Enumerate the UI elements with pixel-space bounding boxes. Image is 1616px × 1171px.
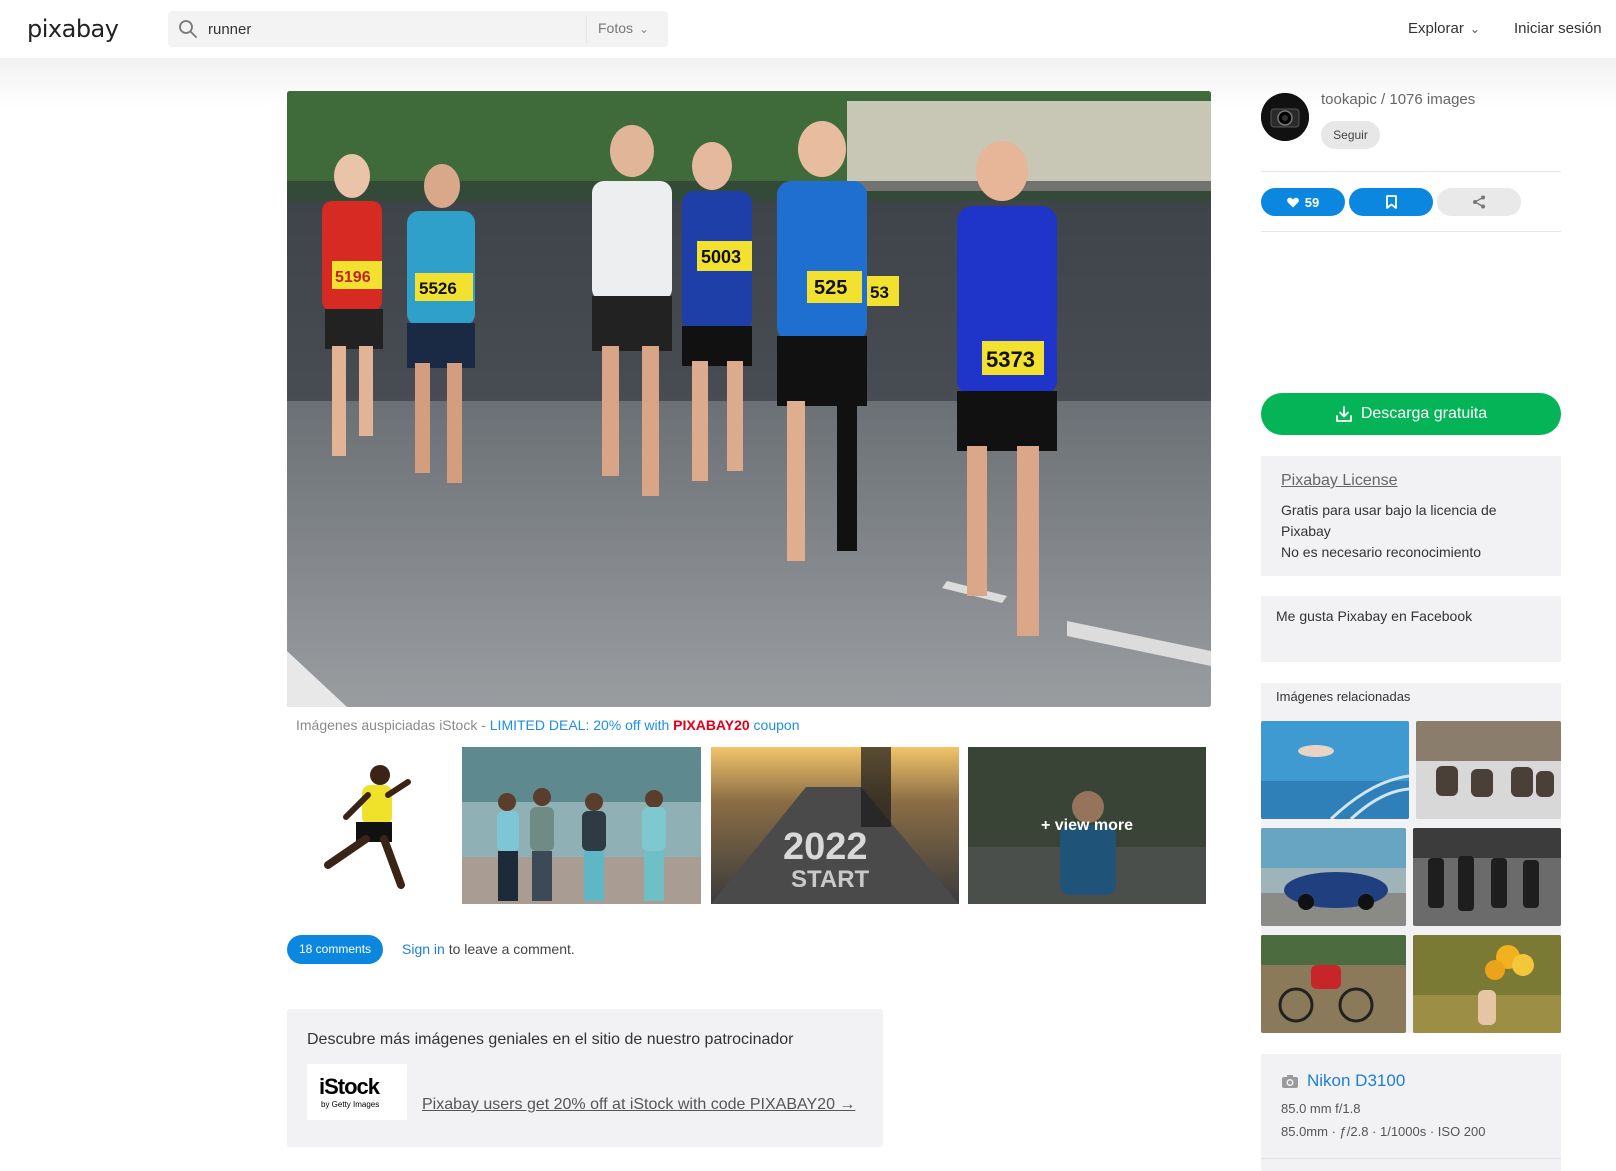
search-bar: Fotos ⌄ [168,11,668,47]
thumb-year-text: 2022 [783,826,868,868]
istock-brand-sub: by Getty Images [321,1100,380,1109]
facebook-like-label[interactable]: Me gusta Pixabay en Facebook [1276,608,1472,624]
sponsored-thumb-start[interactable]: 2022 START [711,747,959,904]
coupon-code: PIXABAY20 [673,717,750,733]
deal-text: LIMITED DEAL: 20% off with [489,717,674,733]
sidebar-divider [1261,231,1561,232]
download-icon [1335,406,1352,422]
view-more-overlay[interactable]: + view more [968,747,1206,904]
chevron-down-icon: ⌄ [1469,22,1480,36]
like-button[interactable]: 59 [1261,188,1345,216]
related-image-cyclist[interactable] [1261,935,1406,1033]
author-name[interactable]: tookapic / 1076 images [1321,91,1475,108]
share-icon [1473,195,1485,209]
related-image-balloons[interactable] [1413,935,1561,1033]
runners-photo: 5196 5526 5003 525 53 5373 [287,91,1211,707]
istock-title: Descubre más imágenes geniales en el sit… [307,1031,794,1048]
explore-menu[interactable]: Explorar ⌄ [1408,20,1480,37]
main-photo-runners[interactable]: 5196 5526 5003 525 53 5373 [287,91,1211,707]
bookmark-button[interactable] [1349,188,1433,216]
svg-text:5526: 5526 [419,279,457,298]
camera-divider [1261,1158,1561,1159]
svg-text:525: 525 [814,277,847,299]
license-link[interactable]: Pixabay License [1281,472,1398,490]
thumb-start-text: START [791,866,870,893]
sponsored-thumb-group[interactable] [462,747,701,904]
license-line-2: No es necesario reconocimiento [1281,544,1481,560]
sponsored-prefix: Imágenes auspiciadas iStock - [296,717,490,733]
camera-icon [1282,1074,1298,1088]
camera-settings: 85.0mm · ƒ/2.8 · 1/1000s · ISO 200 [1281,1124,1486,1139]
license-panel: Pixabay License Gratis para usar bajo la… [1261,456,1561,576]
start-2022-image: 2022 START [711,747,959,904]
deal-suffix: coupon [749,717,800,733]
camera-model-link[interactable]: Nikon D3100 [1281,1071,1405,1091]
comment-prompt: Sign in to leave a comment. [402,941,575,957]
svg-text:5373: 5373 [986,347,1035,372]
swimmer-image [1261,721,1409,819]
track-runners-image [1413,828,1561,926]
sprinter-image [324,765,411,889]
camera-avatar-image [1261,93,1309,141]
istock-brand: iStock [319,1074,380,1099]
comment-prompt-text: to leave a comment. [444,941,575,957]
pixabay-logo[interactable]: pixabay [27,15,119,43]
sled-dogs-image [1416,721,1561,819]
chevron-down-icon: ⌄ [639,22,650,36]
top-bar: pixabay Fotos ⌄ Explorar ⌄ Iniciar sesión [0,0,1616,58]
cyclist-image [1261,935,1406,1033]
author-avatar[interactable] [1261,93,1309,141]
search-separator [586,15,587,43]
login-link[interactable]: Iniciar sesión [1514,20,1602,37]
facebook-like-panel: Me gusta Pixabay en Facebook [1261,596,1561,662]
camera-info-panel: Nikon D3100 85.0 mm f/1.8 85.0mm · ƒ/2.8… [1261,1054,1561,1171]
camera-model: Nikon D3100 [1307,1071,1406,1090]
media-type-label: Fotos [598,20,634,36]
heart-icon [1286,197,1299,207]
media-type-dropdown[interactable]: Fotos ⌄ [598,20,649,36]
like-count: 59 [1304,194,1320,210]
related-image-track-runners[interactable] [1413,828,1561,926]
comments-count-button[interactable]: 18 comments [287,935,384,964]
bookmark-icon [1385,195,1397,209]
sports-car-image [1261,828,1406,926]
license-description: Gratis para usar bajo la licencia de Pix… [1281,500,1541,563]
deal-link[interactable]: LIMITED DEAL: 20% off with PIXABAY20 cou… [490,717,800,733]
sponsored-thumb-view-more[interactable]: + view more [968,747,1206,904]
sponsored-caption: Imágenes auspiciadas iStock - LIMITED DE… [296,717,800,733]
sponsored-thumb-runner[interactable] [296,747,456,904]
free-download-button[interactable]: Descarga gratuita [1261,393,1561,435]
istock-logo[interactable]: iStock by Getty Images [307,1064,407,1120]
search-input[interactable] [208,11,568,47]
svg-text:53: 53 [870,283,889,302]
istock-promo: Descubre más imágenes geniales en el sit… [287,1009,883,1147]
related-image-swimmer[interactable] [1261,721,1409,819]
related-image-sled-dogs[interactable] [1416,721,1561,819]
balloons-image [1413,935,1561,1033]
sign-in-link[interactable]: Sign in [402,941,445,957]
license-line-1: Gratis para usar bajo la licencia de Pix… [1281,502,1497,539]
group-runners-image [462,747,701,904]
explore-label: Explorar [1408,20,1464,37]
svg-text:5003: 5003 [701,247,741,267]
download-label: Descarga gratuita [1360,405,1488,422]
istock-offer-link[interactable]: Pixabay users get 20% off at iStock with… [422,1096,855,1114]
share-button[interactable] [1437,188,1521,216]
follow-button[interactable]: Seguir [1321,121,1380,149]
svg-text:5196: 5196 [335,269,371,286]
search-icon[interactable] [178,19,198,39]
sidebar-divider [1261,171,1561,172]
related-images-title: Imágenes relacionadas [1276,689,1411,704]
related-images-panel: Imágenes relacionadas [1261,683,1561,1033]
camera-lens: 85.0 mm f/1.8 [1281,1101,1361,1116]
related-image-sports-car[interactable] [1261,828,1406,926]
